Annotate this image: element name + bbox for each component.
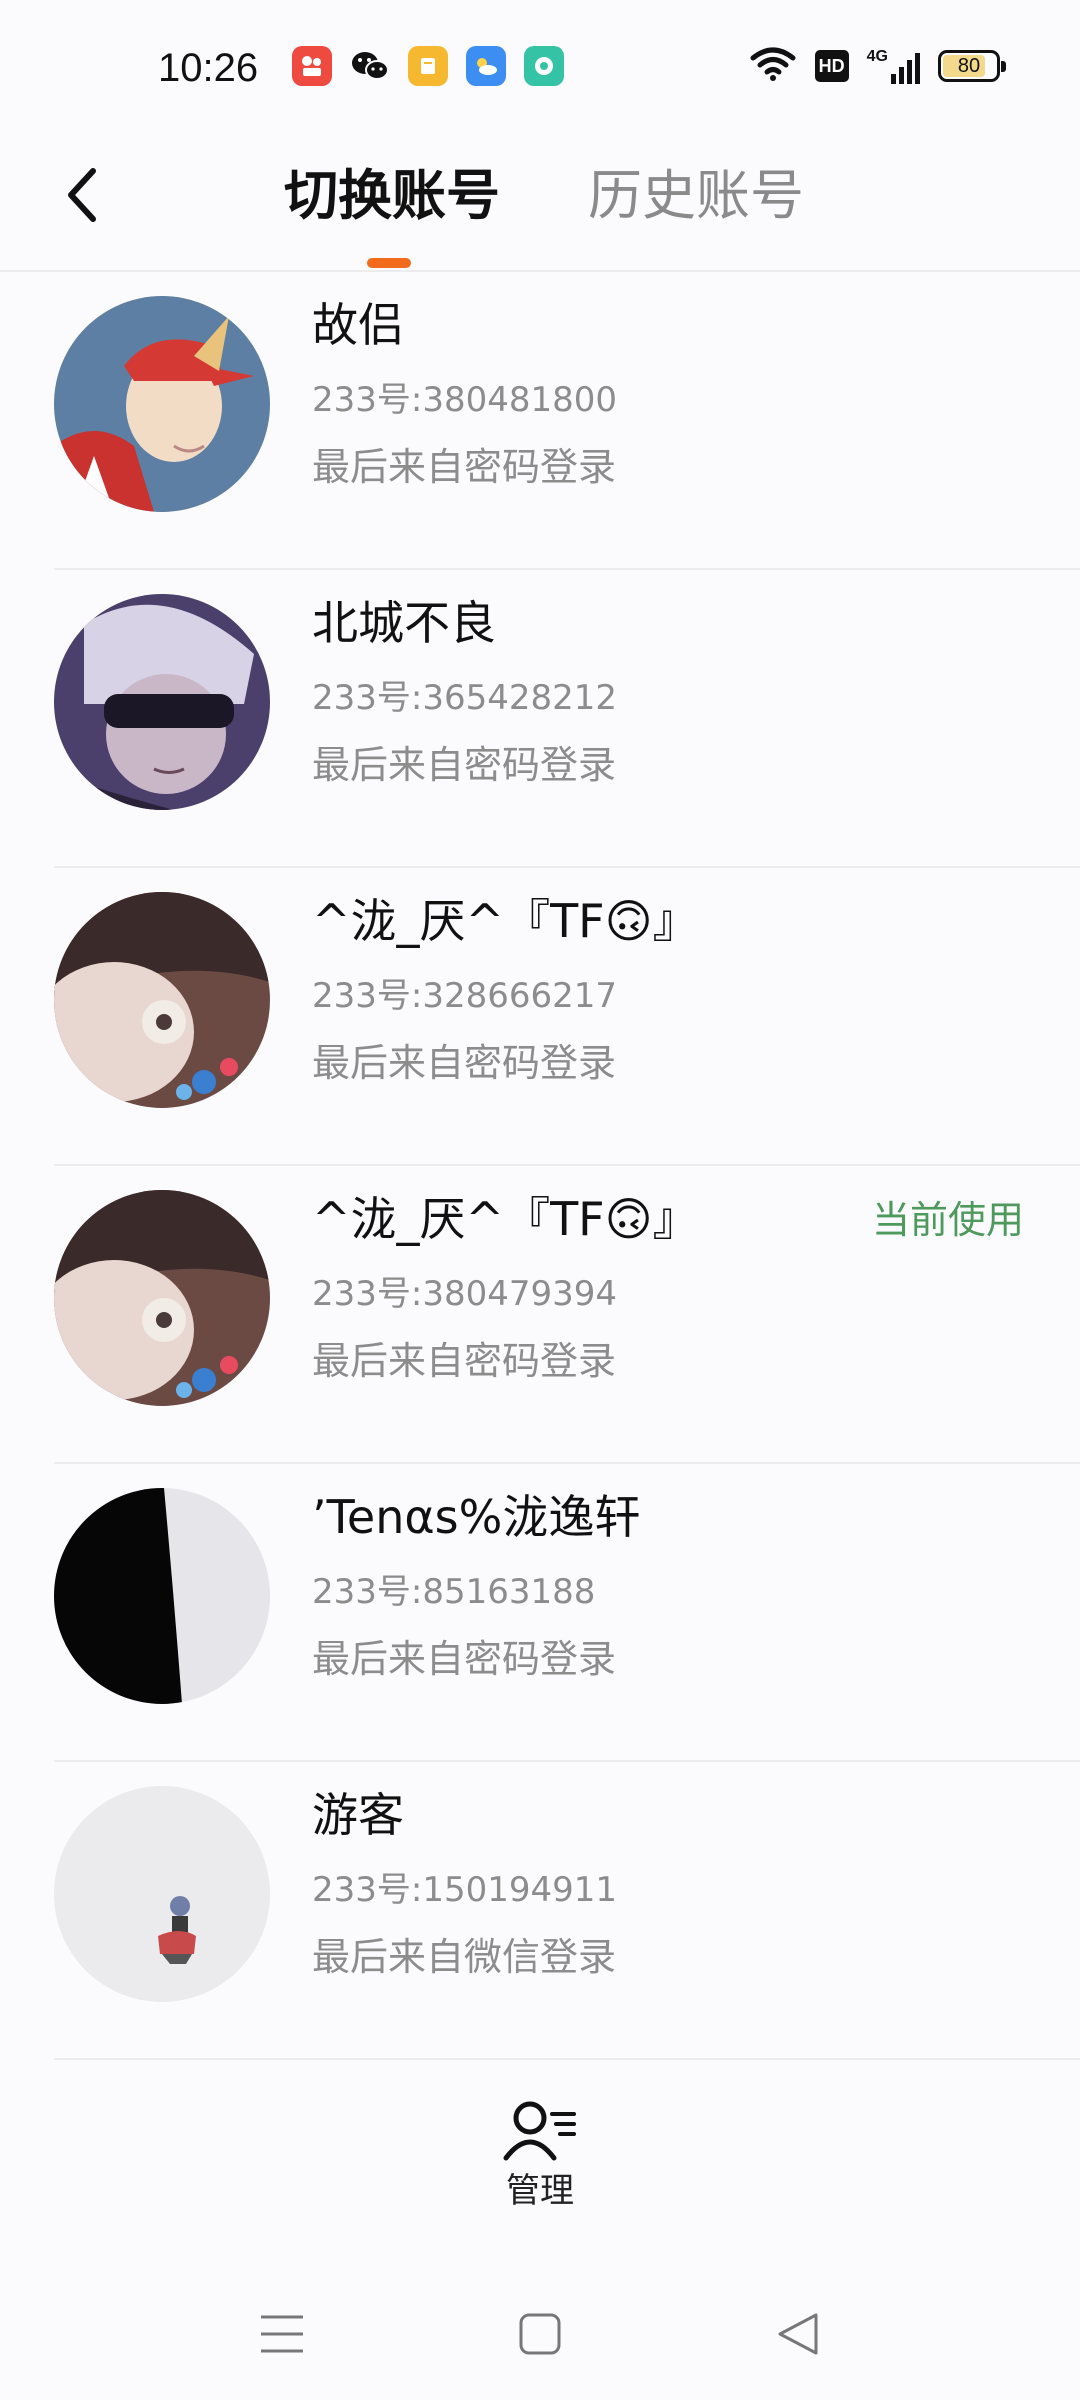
account-name: ’Tenαs%泷逸轩	[312, 1490, 641, 1544]
manage-label: 管理	[506, 2171, 574, 2211]
status-bar: 10:26 HD 4G 80	[0, 0, 1080, 130]
account-id: 233号:380479394	[312, 1274, 618, 1314]
avatar	[54, 296, 270, 512]
menu-button[interactable]	[252, 2304, 312, 2364]
account-name: ^泷_厌^『TF🙃』	[312, 1192, 699, 1246]
status-time: 10:26	[158, 46, 259, 90]
nav-back-button[interactable]	[768, 2304, 828, 2364]
cellular-signal-icon: 4G	[867, 48, 920, 84]
account-name: 北城不良	[312, 596, 496, 650]
home-button[interactable]	[510, 2304, 570, 2364]
account-id: 233号:328666217	[312, 976, 618, 1016]
account-login-method: 最后来自密码登录	[312, 1041, 617, 1085]
account-name: ^泷_厌^『TF🙃』	[312, 894, 699, 948]
account-id: 233号:150194911	[312, 1870, 618, 1910]
tab-switch-account[interactable]: 切换账号	[284, 158, 500, 234]
active-tab-indicator	[367, 258, 411, 268]
account-id: 233号:85163188	[312, 1572, 596, 1612]
avatar	[54, 1190, 270, 1406]
network-type-label: 4G	[866, 48, 888, 65]
account-item[interactable]: ^泷_厌^『TF🙃』 233号:328666217 最后来自密码登录	[0, 868, 1080, 1166]
notification-icons	[292, 46, 564, 86]
avatar	[54, 1786, 270, 2002]
account-name: 游客	[312, 1788, 404, 1842]
user-list-icon	[503, 2101, 576, 2161]
account-item[interactable]: 北城不良 233号:365428212 最后来自密码登录	[0, 570, 1080, 868]
weather-icon	[466, 46, 506, 86]
header: 切换账号 历史账号	[0, 130, 1080, 272]
kuaishou-icon	[292, 46, 332, 86]
account-login-method: 最后来自密码登录	[312, 445, 617, 489]
wechat-icon	[350, 46, 390, 86]
book-icon	[408, 46, 448, 86]
menu-icon	[261, 2315, 303, 2353]
chevron-left-icon	[68, 168, 96, 222]
home-square-icon	[519, 2313, 561, 2355]
battery-level: 80	[957, 54, 981, 77]
back-button[interactable]	[48, 160, 118, 230]
manage-button[interactable]: 管理	[490, 2098, 590, 2228]
account-name: 故侣	[312, 298, 404, 352]
account-login-method: 最后来自微信登录	[312, 1935, 617, 1979]
account-login-method: 最后来自密码登录	[312, 1339, 617, 1383]
current-account-label: 当前使用	[871, 1198, 1024, 1242]
avatar	[54, 1488, 270, 1704]
account-item[interactable]: 故侣 233号:380481800 最后来自密码登录	[0, 272, 1080, 570]
account-item[interactable]: ’Tenαs%泷逸轩 233号:85163188 最后来自密码登录	[0, 1464, 1080, 1762]
account-list: 故侣 233号:380481800 最后来自密码登录 北城不良 233号:365…	[0, 272, 1080, 2060]
avatar	[54, 594, 270, 810]
account-item-current[interactable]: ^泷_厌^『TF🙃』 当前使用 233号:380479394 最后来自密码登录	[0, 1166, 1080, 1464]
message-icon	[524, 46, 564, 86]
account-id: 233号:380481800	[312, 380, 618, 420]
account-login-method: 最后来自密码登录	[312, 1637, 617, 1681]
system-nav-bar	[0, 2260, 1080, 2400]
tab-history-account[interactable]: 历史账号	[588, 158, 804, 234]
account-login-method: 最后来自密码登录	[312, 743, 617, 787]
hd-badge: HD	[814, 50, 849, 82]
divider	[54, 2058, 1080, 2060]
back-triangle-icon	[778, 2313, 818, 2355]
battery-icon: 80	[938, 50, 1006, 82]
wifi-icon	[749, 46, 797, 86]
avatar	[54, 892, 270, 1108]
system-indicators: HD 4G 80	[749, 46, 1006, 86]
account-item[interactable]: 游客 233号:150194911 最后来自微信登录	[0, 1762, 1080, 2060]
account-id: 233号:365428212	[312, 678, 618, 718]
